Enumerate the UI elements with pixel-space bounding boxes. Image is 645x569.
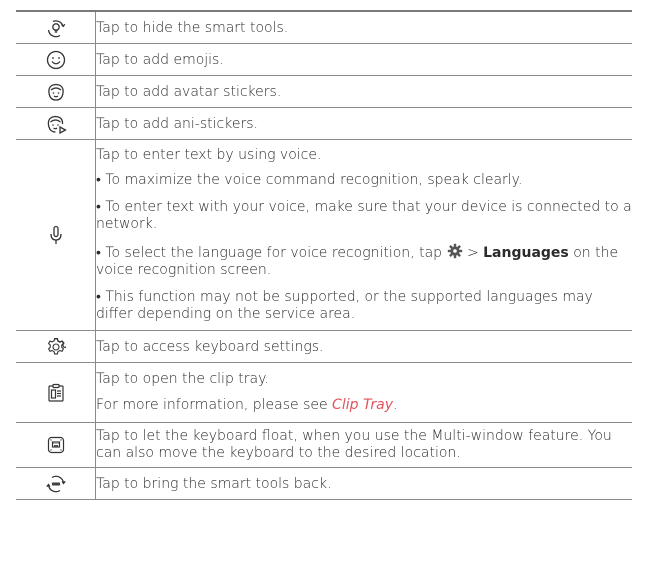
hide-tools-text: Tap to hide the smart tools. xyxy=(96,19,289,36)
description-cell: Tap to add avatar stickers. xyxy=(95,75,632,108)
icon-cell xyxy=(16,330,96,363)
voice-bullet-1: • To maximize the voice command recognit… xyxy=(96,172,523,188)
emoji-icon xyxy=(46,50,65,69)
table-row-voice: Tap to enter text by using voice. • To m… xyxy=(16,139,632,331)
icon-cell xyxy=(16,10,96,44)
ani-stickers-text: Tap to add ani-stickers. xyxy=(96,115,258,132)
description-cell: Tap to open the clip tray. For more info… xyxy=(95,362,632,423)
icon-cell xyxy=(16,362,96,423)
clip-tray-icon xyxy=(47,383,64,402)
table-row-float: Tap to let the keyboard float, when you … xyxy=(16,422,632,468)
icon-cell xyxy=(16,107,96,140)
table-row-settings: Tap to access keyboard settings. xyxy=(16,330,632,363)
ani-sticker-icon xyxy=(47,115,67,134)
description-cell: Tap to bring the smart tools back. xyxy=(95,467,632,500)
clip-tray-text: Tap to open the clip tray. xyxy=(96,371,269,387)
table-row-emojis: Tap to add emojis. xyxy=(16,43,632,76)
floating-keyboard-icon xyxy=(47,437,64,454)
description-cell: Tap to access keyboard settings. xyxy=(95,330,632,363)
avatar-sticker-icon xyxy=(47,83,64,101)
voice-intro: Tap to enter text by using voice. xyxy=(96,147,322,163)
icon-cell xyxy=(16,422,96,468)
icon-cell xyxy=(16,75,96,108)
gear-icon xyxy=(447,243,462,259)
clip-tray-more-info-post: . xyxy=(393,397,398,413)
clip-tray-more-info-pre: For more information, please see xyxy=(96,397,328,413)
gear-icon xyxy=(47,337,66,355)
smart-tools-table: Tap to hide the smart tools. Tap to add … xyxy=(16,10,632,500)
clip-tray-link[interactable]: Clip Tray xyxy=(332,397,393,413)
description-cell: Tap to add ani-stickers. xyxy=(95,107,632,140)
icon-cell xyxy=(16,467,96,500)
float-text: Tap to let the keyboard float, when you … xyxy=(96,428,612,461)
description-cell: Tap to hide the smart tools. xyxy=(95,10,632,44)
bring-back-text: Tap to bring the smart tools back. xyxy=(96,475,332,492)
icon-cell xyxy=(16,43,96,76)
voice-bullet-4: • This function may not be supported, or… xyxy=(96,289,593,322)
table-row-clip-tray: Tap to open the clip tray. For more info… xyxy=(16,362,632,423)
description-cell: Tap to let the keyboard float, when you … xyxy=(95,422,632,468)
hide-smart-tools-icon xyxy=(47,19,65,37)
table-row-bring-back: Tap to bring the smart tools back. xyxy=(16,467,632,500)
table-row-ani-stickers: Tap to add ani-stickers. xyxy=(16,107,632,140)
description-cell: Tap to add emojis. xyxy=(95,43,632,76)
voice-bullet-3: • To select the language for voice recog… xyxy=(96,239,632,285)
description-cell: Tap to enter text by using voice. • To m… xyxy=(95,139,632,331)
icon-cell xyxy=(16,139,96,331)
settings-text: Tap to access keyboard settings. xyxy=(96,338,324,355)
voice-bullet-3-pre: • To select the language for voice recog… xyxy=(96,245,443,261)
clip-tray-more-info: For more information, please see Clip Tr… xyxy=(96,393,632,422)
show-smart-tools-icon xyxy=(45,475,66,492)
voice-bullet-3-languages: Languages xyxy=(483,245,569,261)
emojis-text: Tap to add emojis. xyxy=(96,51,224,68)
voice-bullet-2: • To enter text with your voice, make su… xyxy=(96,199,632,232)
voice-bullet-3-arrow: > xyxy=(466,245,479,261)
table-row-avatar-stickers: Tap to add avatar stickers. xyxy=(16,75,632,108)
table-row-hide-tools: Tap to hide the smart tools. xyxy=(16,10,632,44)
avatar-stickers-text: Tap to add avatar stickers. xyxy=(96,83,282,100)
microphone-icon xyxy=(49,225,62,244)
